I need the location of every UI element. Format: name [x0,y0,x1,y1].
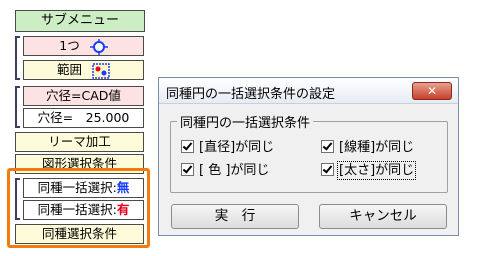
bulk-select-on-value: 有 [116,202,130,217]
thickness-checkbox[interactable]: [太さ]が同じ [321,161,417,180]
submenu-header: サブメニュー [15,10,145,32]
close-button[interactable]: ✕ [412,82,452,100]
color-label: [ 色 ]が同じ [199,163,270,178]
bulk-select-off-value: 無 [116,180,130,195]
diameter-label: [直径]が同じ [199,140,275,155]
group-bracket [15,178,20,220]
thickness-label: [太さ]が同じ [336,161,417,180]
hole-diameter-field[interactable]: 穴径= 25.000 [23,108,144,128]
linetype-checkbox[interactable]: [線種]が同じ [321,140,414,156]
bulk-select-on-button[interactable]: 同種一括選択:有 [23,200,144,220]
close-icon: ✕ [426,84,438,98]
checkbox-icon [321,163,334,176]
linetype-label: [線種]が同じ [339,140,415,155]
select-range-label: 範囲 [57,62,83,77]
group-bracket [15,36,20,80]
checkbox-icon [321,140,334,153]
same-kind-condition-button[interactable]: 同種選択条件 [15,224,144,244]
checkbox-icon [181,140,194,153]
condition-groupbox [170,121,448,193]
group-label: 同種円の一括選択条件 [177,112,314,131]
dialog-title: 同種円の一括選択条件の設定 [166,87,336,102]
select-range-button[interactable]: 範囲 [23,60,144,80]
hole-cad-value-button[interactable]: 穴径=CAD値 [23,86,144,106]
diameter-checkbox[interactable]: [直径]が同じ [181,140,274,156]
select-one-button[interactable]: 1つ [23,36,144,56]
shape-select-condition-button[interactable]: 図形選択条件 [15,154,144,174]
ream-button[interactable]: リーマ加工 [15,132,144,152]
bulk-select-condition-dialog: 同種円の一括選択条件の設定 ✕ 同種円の一括選択条件 [直径]が同じ [線種]が… [158,77,459,236]
execute-button[interactable]: 実 行 [171,204,299,229]
cancel-button[interactable]: キャンセル [319,204,447,229]
select-one-label: 1つ [59,38,80,53]
crosshair-circle-icon [89,38,108,55]
bulk-select-off-label: 同種一括選択: [37,180,117,195]
range-select-icon [92,62,110,79]
checkbox-icon [181,163,194,176]
color-checkbox[interactable]: [ 色 ]が同じ [181,163,269,179]
group-bracket [15,86,20,128]
bulk-select-on-label: 同種一括選択: [37,202,117,217]
dialog-titlebar: 同種円の一括選択条件の設定 ✕ [159,78,458,104]
bulk-select-off-button[interactable]: 同種一括選択:無 [23,178,144,198]
